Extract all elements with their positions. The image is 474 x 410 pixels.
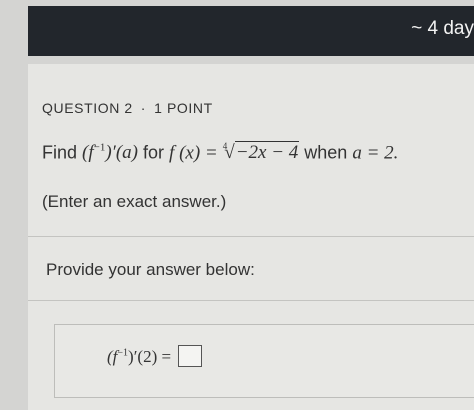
answer-input[interactable] bbox=[178, 345, 203, 368]
header-separator: · bbox=[140, 100, 147, 116]
question-header: QUESTION 2 · 1 POINT bbox=[42, 100, 213, 116]
fourth-root-expression: 4√−2x − 4 bbox=[222, 141, 300, 164]
prompt-find: Find bbox=[42, 142, 78, 163]
divider bbox=[28, 236, 474, 237]
radical-index: 4 bbox=[222, 141, 228, 152]
answer-suffix: )′(2) = bbox=[128, 347, 172, 366]
provide-answer-label: Provide your answer below: bbox=[46, 260, 255, 279]
answer-prefix: (f bbox=[107, 347, 118, 366]
expr-inverse-close: )′(a) bbox=[105, 142, 138, 164]
divider bbox=[28, 300, 474, 301]
inverse-derivative-expression: (f−1)′(a) bbox=[82, 142, 138, 163]
prompt-for: for bbox=[143, 142, 165, 163]
function-definition: f (x) = bbox=[169, 142, 218, 164]
question-card: QUESTION 2 · 1 POINT Find (f−1)′(a) for f … bbox=[28, 64, 474, 410]
answer-area: (f−1)′(2) = bbox=[54, 324, 474, 398]
answer-expression: (f−1)′(2) = bbox=[107, 345, 203, 369]
question-number: QUESTION 2 bbox=[42, 100, 133, 116]
time-remaining-label: ~ 4 day bbox=[411, 18, 474, 39]
exact-answer-note: (Enter an exact answer.) bbox=[42, 192, 227, 211]
expr-inverse-sup: −1 bbox=[93, 142, 106, 154]
question-prompt: Find (f−1)′(a) for f (x) = 4√−2x − 4 whe… bbox=[42, 141, 399, 164]
expr-inverse-open: (f bbox=[82, 142, 94, 164]
radicand: −2x − 4 bbox=[234, 141, 300, 164]
answer-sup: −1 bbox=[117, 347, 129, 359]
question-points: 1 POINT bbox=[154, 100, 213, 116]
a-value-expression: a = 2. bbox=[352, 142, 399, 164]
top-bar: ~ 4 day bbox=[28, 6, 474, 56]
prompt-when: when bbox=[304, 142, 348, 163]
